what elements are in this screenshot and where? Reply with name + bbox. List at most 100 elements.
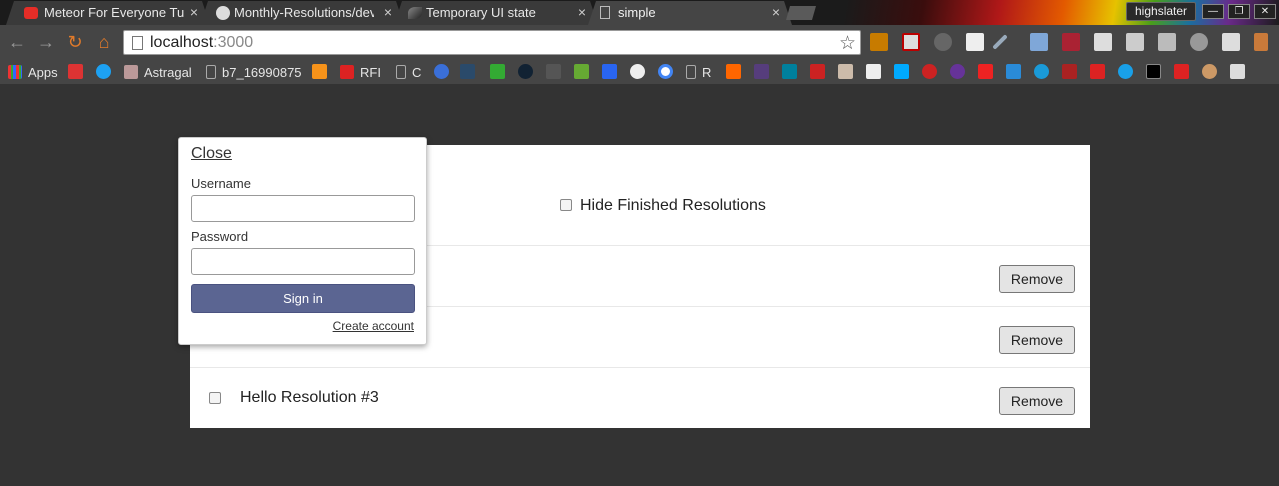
username-label: Username — [191, 176, 251, 191]
resolution-text: Hello Resolution #3 — [240, 389, 379, 406]
bookmark-star-icon[interactable]: ☆ — [839, 32, 856, 55]
sign-in-button[interactable]: Sign in — [191, 284, 415, 313]
username-input[interactable] — [191, 195, 415, 222]
youtube-icon[interactable] — [978, 64, 993, 79]
restore-icon[interactable]: ❐ — [1228, 4, 1250, 19]
stripes-extension-icon[interactable] — [1062, 33, 1080, 51]
bookmark-icon[interactable] — [460, 64, 475, 79]
s-extension-icon[interactable] — [902, 33, 920, 51]
bookmark-label: b7_16990875 — [222, 64, 302, 80]
screen-extension-icon[interactable] — [966, 33, 984, 51]
remove-button[interactable]: Remove — [999, 326, 1075, 354]
power-icon[interactable] — [1118, 64, 1133, 79]
bookmark-icon[interactable] — [1006, 64, 1021, 79]
infinity-icon[interactable] — [434, 64, 449, 79]
bookmark-r[interactable]: R — [686, 62, 711, 82]
close-tab-icon[interactable]: × — [384, 4, 392, 20]
bookmark-rfi[interactable]: RFI — [340, 62, 381, 82]
bookmark-c[interactable]: C — [396, 62, 421, 82]
bootstrap-icon[interactable] — [754, 64, 769, 79]
s-bookmark-icon[interactable] — [810, 64, 825, 79]
w3c-icon[interactable] — [602, 64, 617, 79]
tab-label: simple — [618, 5, 656, 20]
tab-meteor[interactable]: Meteor For Everyone Tut × — [6, 1, 210, 25]
udemy-icon[interactable] — [726, 64, 741, 79]
profile-button[interactable]: highslater — [1126, 2, 1197, 21]
bookmark-icon[interactable] — [518, 64, 533, 79]
doc-extension-icon[interactable] — [1158, 33, 1176, 51]
tab-temporary-ui-state[interactable]: Temporary UI state × — [394, 1, 598, 25]
play-icon[interactable] — [894, 64, 909, 79]
bookmark-label: Apps — [28, 64, 58, 80]
bookmark-icon[interactable] — [838, 64, 853, 79]
bookmark-icon[interactable] — [1202, 64, 1217, 79]
close-tab-icon[interactable]: × — [578, 4, 586, 20]
pen-extension-icon[interactable] — [992, 34, 1008, 50]
new-tab-button[interactable] — [786, 6, 816, 20]
remove-button[interactable]: Remove — [999, 265, 1075, 293]
bookmark-icon[interactable] — [1090, 64, 1105, 79]
bookmarks-bar: Apps Astragal b7_16990875 RFI C R — [0, 60, 1279, 84]
resolution-checkbox[interactable] — [209, 392, 221, 404]
page-info-icon[interactable] — [132, 36, 143, 50]
fonts-extension-icon[interactable] — [1094, 33, 1112, 51]
password-input[interactable] — [191, 248, 415, 275]
bookmark-icon[interactable] — [922, 64, 937, 79]
peace-icon[interactable] — [950, 64, 965, 79]
twitter-icon[interactable] — [96, 64, 111, 79]
bookmark-astragal[interactable]: Astragal — [124, 62, 192, 82]
settings-extension-icon[interactable] — [1190, 33, 1208, 51]
bookmark-icon[interactable] — [546, 64, 561, 79]
close-window-icon[interactable]: ✕ — [1254, 4, 1276, 19]
bookmark-icon[interactable] — [1230, 64, 1245, 79]
apps-grid-icon — [8, 65, 22, 79]
k-extension-icon[interactable] — [870, 33, 888, 51]
close-tab-icon[interactable]: × — [190, 4, 198, 20]
hide-finished-checkbox[interactable] — [560, 199, 572, 211]
bookmark-icon[interactable] — [574, 64, 589, 79]
page-icon — [600, 6, 610, 19]
page-icon — [686, 65, 696, 79]
page-icon — [206, 65, 216, 79]
medium-icon[interactable] — [1146, 64, 1161, 79]
resolution-row: Hello Resolution #3 Remove — [190, 367, 1090, 428]
camera-extension-icon[interactable] — [1030, 33, 1048, 51]
gear-extension-icon[interactable] — [934, 33, 952, 51]
shield-icon[interactable] — [1174, 64, 1189, 79]
youtube-icon — [24, 7, 38, 19]
more-bookmarks-icon[interactable] — [1258, 64, 1266, 79]
bookmark-l-icon[interactable] — [68, 64, 83, 79]
forward-icon[interactable]: → — [36, 32, 56, 52]
home-icon[interactable]: ⌂ — [94, 32, 114, 52]
address-bar[interactable]: localhost:3000 ☆ — [123, 30, 861, 55]
google-icon[interactable] — [658, 64, 673, 79]
login-dropdown: Close Username Password Sign in Create a… — [178, 137, 427, 345]
remove-button[interactable]: Remove — [999, 387, 1075, 415]
bookmark-icon[interactable] — [490, 64, 505, 79]
page-icon — [396, 65, 406, 79]
bookmark-b7[interactable]: b7_16990875 — [206, 62, 302, 82]
close-tab-icon[interactable]: × — [772, 4, 780, 20]
ghost-extension-icon[interactable] — [1222, 33, 1240, 51]
grid-extension-icon[interactable] — [1126, 33, 1144, 51]
bookmark-icon[interactable] — [866, 64, 881, 79]
tab-github[interactable]: Monthly-Resolutions/dev × — [200, 1, 404, 25]
url-port: :3000 — [213, 34, 254, 51]
bookmark-icon[interactable] — [1062, 64, 1077, 79]
bookmark-icon[interactable] — [1034, 64, 1049, 79]
tab-label: Temporary UI state — [426, 5, 536, 20]
close-link[interactable]: Close — [191, 145, 232, 163]
bookmark-apps[interactable]: Apps — [8, 62, 58, 82]
create-account-link[interactable]: Create account — [333, 319, 414, 333]
reload-icon[interactable]: ↻ — [65, 32, 85, 52]
bing-icon[interactable] — [782, 64, 797, 79]
github-icon[interactable] — [630, 64, 645, 79]
tab-simple[interactable]: simple × — [588, 1, 792, 25]
minimize-icon[interactable]: — — [1202, 4, 1224, 19]
bookmark-label: Astragal — [144, 64, 192, 80]
menu-icon[interactable] — [1254, 33, 1268, 51]
bookmark-label: R — [702, 64, 712, 80]
back-icon[interactable]: ← — [7, 32, 27, 52]
bookmark-label: RFI — [360, 64, 381, 80]
chart-bookmark-icon[interactable] — [312, 64, 327, 79]
